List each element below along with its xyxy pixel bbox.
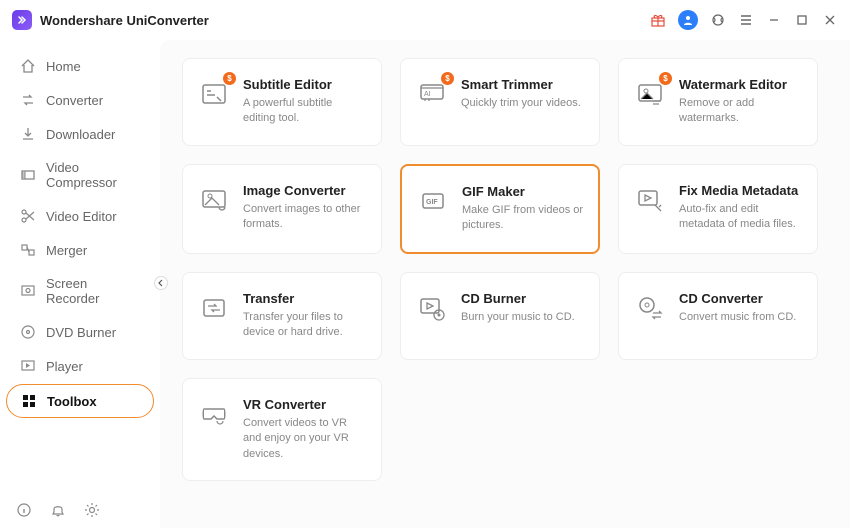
cd-burner-icon bbox=[415, 291, 449, 325]
tool-cd-converter[interactable]: CD Converter Convert music from CD. bbox=[618, 272, 818, 360]
tool-vr-converter[interactable]: VR Converter Convert videos to VR and en… bbox=[182, 378, 382, 481]
maximize-button[interactable] bbox=[794, 12, 810, 28]
tool-desc: Remove or add watermarks. bbox=[679, 96, 803, 127]
tool-gif-maker[interactable]: GIF GIF Maker Make GIF from videos or pi… bbox=[400, 164, 600, 254]
scissors-icon bbox=[20, 208, 36, 224]
tool-desc: Transfer your files to device or hard dr… bbox=[243, 310, 367, 341]
sidebar-item-label: Merger bbox=[46, 243, 87, 258]
tool-desc: Convert music from CD. bbox=[679, 310, 796, 325]
tool-transfer[interactable]: Transfer Transfer your files to device o… bbox=[182, 272, 382, 360]
toolbox-icon bbox=[21, 393, 37, 409]
image-converter-icon bbox=[197, 183, 231, 217]
sidebar-item-compressor[interactable]: Video Compressor bbox=[6, 152, 154, 198]
merger-icon bbox=[20, 242, 36, 258]
sidebar-item-downloader[interactable]: Downloader bbox=[6, 118, 154, 150]
svg-text:GIF: GIF bbox=[426, 199, 438, 206]
tool-subtitle-editor[interactable]: $ Subtitle Editor A powerful subtitle ed… bbox=[182, 58, 382, 146]
tool-desc: Convert images to other formats. bbox=[243, 202, 367, 233]
sidebar-item-label: Screen Recorder bbox=[46, 276, 140, 306]
tool-desc: Make GIF from videos or pictures. bbox=[462, 203, 584, 234]
sidebar-item-editor[interactable]: Video Editor bbox=[6, 200, 154, 232]
sidebar: Home Converter Downloader Video Compress… bbox=[0, 40, 160, 528]
gift-icon[interactable] bbox=[650, 12, 666, 28]
sidebar-item-label: Toolbox bbox=[47, 394, 97, 409]
tool-title: VR Converter bbox=[243, 397, 367, 412]
watermark-icon: $ bbox=[633, 77, 667, 111]
gif-icon: GIF bbox=[416, 184, 450, 218]
tool-title: CD Converter bbox=[679, 291, 796, 306]
tool-fix-metadata[interactable]: Fix Media Metadata Auto-fix and edit met… bbox=[618, 164, 818, 254]
sidebar-item-dvd[interactable]: DVD Burner bbox=[6, 316, 154, 348]
sidebar-item-recorder[interactable]: Screen Recorder bbox=[6, 268, 154, 314]
paid-badge: $ bbox=[659, 72, 672, 85]
tool-title: Subtitle Editor bbox=[243, 77, 367, 92]
sidebar-item-player[interactable]: Player bbox=[6, 350, 154, 382]
metadata-icon bbox=[633, 183, 667, 217]
sidebar-item-label: Video Compressor bbox=[46, 160, 140, 190]
tool-title: Transfer bbox=[243, 291, 367, 306]
sidebar-collapse-handle[interactable] bbox=[154, 276, 168, 290]
close-button[interactable] bbox=[822, 12, 838, 28]
dvd-icon bbox=[20, 324, 36, 340]
subtitle-icon: $ bbox=[197, 77, 231, 111]
home-icon bbox=[20, 58, 36, 74]
paid-badge: $ bbox=[223, 72, 236, 85]
tool-title: Smart Trimmer bbox=[461, 77, 581, 92]
sidebar-item-label: Video Editor bbox=[46, 209, 117, 224]
settings-icon[interactable] bbox=[84, 502, 100, 518]
player-icon bbox=[20, 358, 36, 374]
content-area: $ Subtitle Editor A powerful subtitle ed… bbox=[160, 40, 850, 528]
tool-title: GIF Maker bbox=[462, 184, 584, 199]
vr-icon bbox=[197, 397, 231, 431]
titlebar: Wondershare UniConverter bbox=[0, 0, 850, 40]
tool-image-converter[interactable]: Image Converter Convert images to other … bbox=[182, 164, 382, 254]
minimize-button[interactable] bbox=[766, 12, 782, 28]
user-avatar[interactable] bbox=[678, 10, 698, 30]
tool-title: Image Converter bbox=[243, 183, 367, 198]
recorder-icon bbox=[20, 283, 36, 299]
tool-desc: Convert videos to VR and enjoy on your V… bbox=[243, 416, 367, 462]
download-icon bbox=[20, 126, 36, 142]
tool-desc: Auto-fix and edit metadata of media file… bbox=[679, 202, 803, 233]
svg-text:AI: AI bbox=[424, 91, 431, 98]
sidebar-item-converter[interactable]: Converter bbox=[6, 84, 154, 116]
app-logo bbox=[12, 10, 32, 30]
tool-title: CD Burner bbox=[461, 291, 575, 306]
sidebar-item-merger[interactable]: Merger bbox=[6, 234, 154, 266]
notification-icon[interactable] bbox=[50, 502, 66, 518]
tool-title: Watermark Editor bbox=[679, 77, 803, 92]
transfer-icon bbox=[197, 291, 231, 325]
tool-title: Fix Media Metadata bbox=[679, 183, 803, 198]
sidebar-item-label: Downloader bbox=[46, 127, 115, 142]
info-icon[interactable] bbox=[16, 502, 32, 518]
cd-converter-icon bbox=[633, 291, 667, 325]
support-icon[interactable] bbox=[710, 12, 726, 28]
tool-cd-burner[interactable]: CD Burner Burn your music to CD. bbox=[400, 272, 600, 360]
sidebar-item-label: DVD Burner bbox=[46, 325, 116, 340]
main: Home Converter Downloader Video Compress… bbox=[0, 40, 850, 528]
tool-desc: Burn your music to CD. bbox=[461, 310, 575, 325]
tool-desc: Quickly trim your videos. bbox=[461, 96, 581, 111]
menu-icon[interactable] bbox=[738, 12, 754, 28]
compressor-icon bbox=[20, 167, 36, 183]
sidebar-item-label: Home bbox=[46, 59, 81, 74]
converter-icon bbox=[20, 92, 36, 108]
sidebar-item-label: Converter bbox=[46, 93, 103, 108]
sidebar-item-home[interactable]: Home bbox=[6, 50, 154, 82]
paid-badge: $ bbox=[441, 72, 454, 85]
tool-watermark-editor[interactable]: $ Watermark Editor Remove or add waterma… bbox=[618, 58, 818, 146]
app-title: Wondershare UniConverter bbox=[40, 13, 209, 28]
sidebar-item-toolbox[interactable]: Toolbox bbox=[6, 384, 154, 418]
trimmer-icon: AI $ bbox=[415, 77, 449, 111]
tool-desc: A powerful subtitle editing tool. bbox=[243, 96, 367, 127]
sidebar-item-label: Player bbox=[46, 359, 83, 374]
tool-smart-trimmer[interactable]: AI $ Smart Trimmer Quickly trim your vid… bbox=[400, 58, 600, 146]
